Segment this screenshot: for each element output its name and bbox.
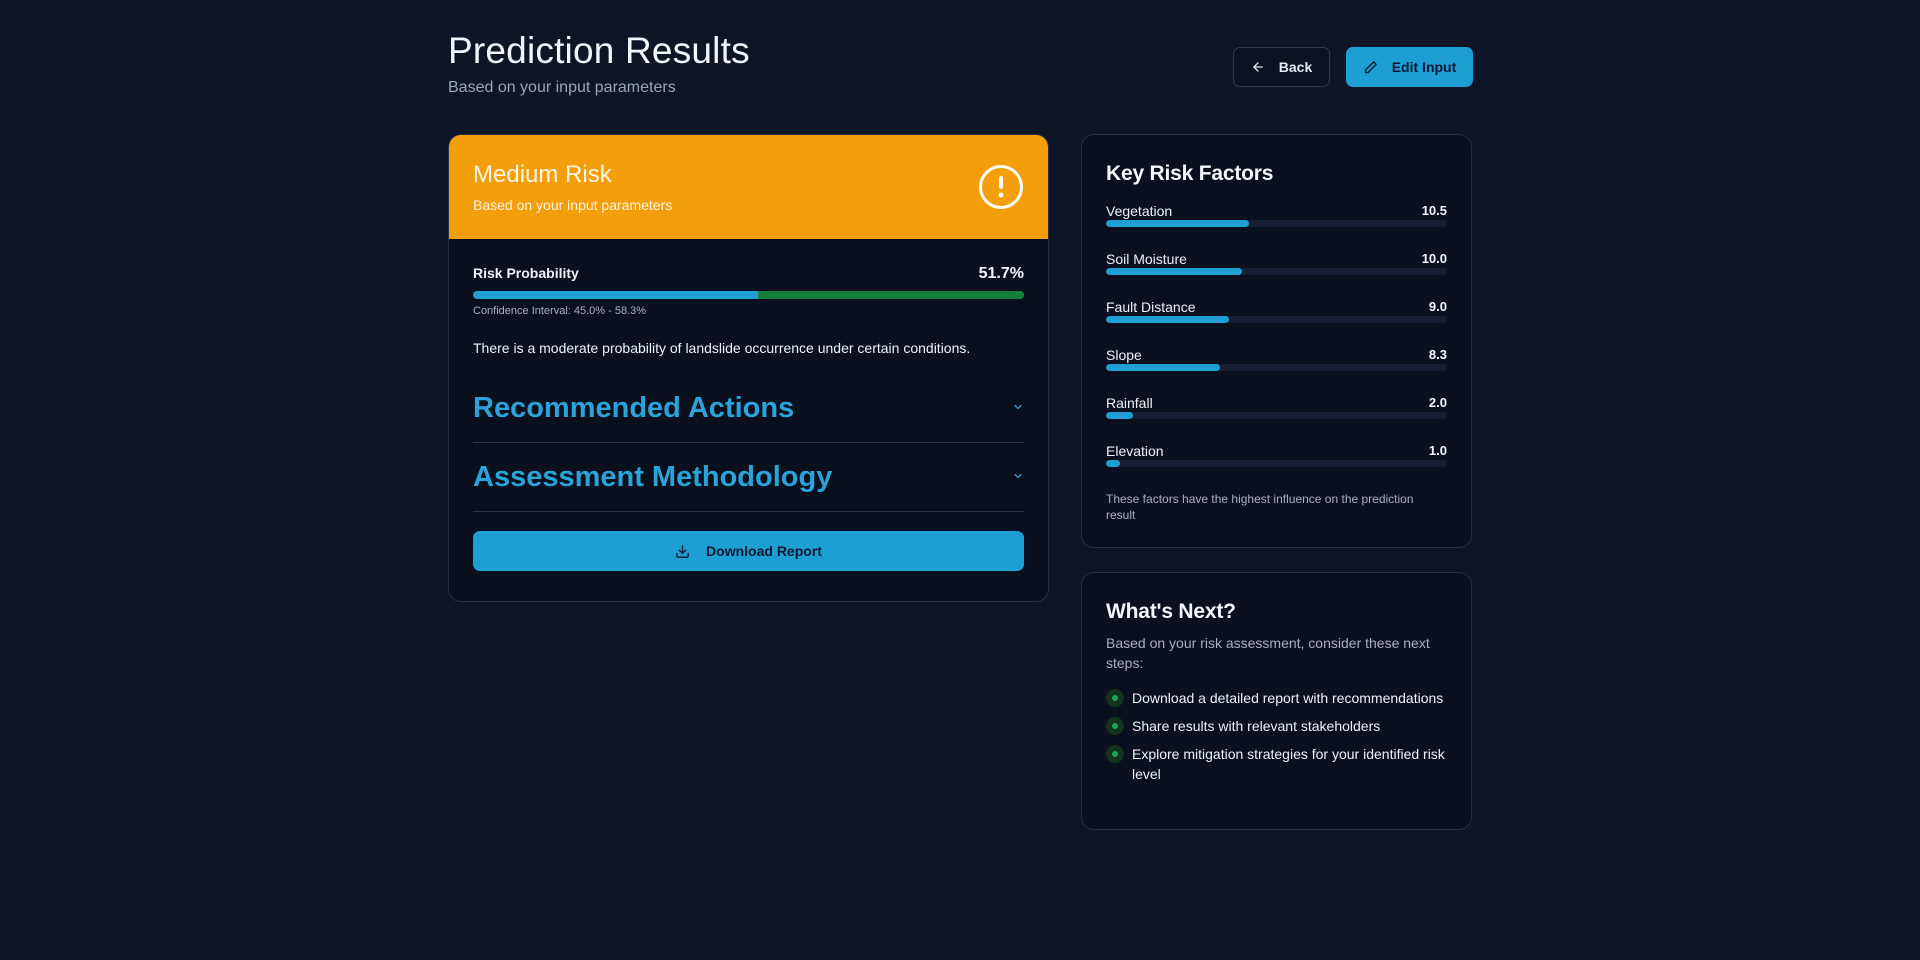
whats-next-title: What's Next? bbox=[1106, 600, 1236, 623]
probability-bar bbox=[473, 291, 1024, 299]
factor-name: Soil Moisture bbox=[1106, 251, 1187, 267]
factor-bar-fill bbox=[1106, 364, 1221, 371]
download-report-button[interactable]: Download Report bbox=[473, 531, 1024, 571]
next-steps-list: Download a detailed report with recommen… bbox=[1106, 688, 1451, 792]
recommended-actions-title: Recommended Actions bbox=[473, 392, 795, 424]
chevron-down-icon bbox=[1012, 469, 1024, 487]
arrow-left-icon bbox=[1251, 60, 1265, 74]
probability-row: Risk Probability 51.7% bbox=[473, 265, 1024, 283]
factor-value: 2.0 bbox=[1428, 395, 1447, 410]
factor-item: Soil Moisture 10.0 bbox=[1106, 251, 1447, 285]
page-subtitle: Based on your input parameters bbox=[448, 79, 676, 96]
bullet-dot-icon bbox=[1106, 717, 1124, 735]
assessment-methodology-title: Assessment Methodology bbox=[473, 461, 833, 493]
factor-bar bbox=[1106, 364, 1447, 371]
factor-bar-fill bbox=[1106, 220, 1250, 227]
risk-level-subtitle: Based on your input parameters bbox=[473, 197, 673, 213]
factor-bar-fill bbox=[1106, 268, 1243, 275]
next-step-text: Download a detailed report with recommen… bbox=[1132, 690, 1444, 706]
factor-bar bbox=[1106, 412, 1447, 419]
factor-item: Fault Distance 9.0 bbox=[1106, 299, 1447, 333]
bullet-dot-icon bbox=[1106, 745, 1124, 763]
risk-result-card: Medium Risk Based on your input paramete… bbox=[448, 134, 1049, 602]
factor-bar-fill bbox=[1106, 412, 1134, 419]
factor-bar-fill bbox=[1106, 460, 1120, 467]
factor-bar bbox=[1106, 268, 1447, 275]
edit-input-button[interactable]: Edit Input bbox=[1346, 47, 1473, 87]
whats-next-card: What's Next? Based on your risk assessme… bbox=[1081, 572, 1472, 830]
factor-value: 10.5 bbox=[1421, 203, 1447, 218]
risk-level-title: Medium Risk bbox=[473, 161, 612, 188]
edit-input-label: Edit Input bbox=[1391, 59, 1457, 75]
factor-name: Fault Distance bbox=[1106, 299, 1196, 315]
back-button[interactable]: Back bbox=[1233, 47, 1330, 87]
factor-item: Slope 8.3 bbox=[1106, 347, 1447, 381]
factor-bar-fill bbox=[1106, 316, 1229, 323]
back-button-label: Back bbox=[1278, 59, 1313, 75]
factor-name: Vegetation bbox=[1106, 203, 1173, 219]
confidence-interval: Confidence Interval: 45.0% - 58.3% bbox=[473, 305, 647, 317]
assessment-methodology-accordion[interactable]: Assessment Methodology bbox=[473, 444, 1024, 512]
factor-name: Slope bbox=[1106, 347, 1142, 363]
factor-bar bbox=[1106, 220, 1447, 227]
factor-bar bbox=[1106, 316, 1447, 323]
factor-name: Rainfall bbox=[1106, 395, 1153, 411]
risk-description: There is a moderate probability of lands… bbox=[473, 340, 971, 356]
factor-item: Rainfall 2.0 bbox=[1106, 395, 1447, 429]
probability-label: Risk Probability bbox=[473, 265, 579, 281]
recommended-actions-accordion[interactable]: Recommended Actions bbox=[473, 375, 1024, 443]
probability-value: 51.7% bbox=[978, 265, 1024, 282]
next-step-text: Share results with relevant stakeholders bbox=[1132, 718, 1381, 734]
risk-level-banner: Medium Risk Based on your input paramete… bbox=[449, 135, 1048, 239]
download-report-label: Download Report bbox=[706, 543, 822, 559]
factor-value: 8.3 bbox=[1428, 347, 1447, 362]
page-header: Prediction Results Based on your input p… bbox=[448, 0, 1473, 134]
list-item: Share results with relevant stakeholders bbox=[1106, 716, 1451, 736]
factor-name: Elevation bbox=[1106, 443, 1164, 459]
list-item: Explore mitigation strategies for your i… bbox=[1106, 744, 1451, 784]
next-step-text: Explore mitigation strategies for your i… bbox=[1132, 746, 1445, 782]
whats-next-subtitle: Based on your risk assessment, consider … bbox=[1106, 635, 1430, 671]
factor-value: 1.0 bbox=[1428, 443, 1447, 458]
results-page: Prediction Results Based on your input p… bbox=[448, 0, 1473, 830]
factor-bar bbox=[1106, 460, 1447, 467]
page-title: Prediction Results bbox=[448, 30, 750, 71]
key-risk-factors-title: Key Risk Factors bbox=[1106, 162, 1274, 185]
key-risk-factors-card: Key Risk Factors Vegetation 10.5 Soil Moi… bbox=[1081, 134, 1472, 548]
factor-item: Vegetation 10.5 bbox=[1106, 203, 1447, 237]
alert-circle-icon bbox=[979, 165, 1023, 209]
list-item: Download a detailed report with recommen… bbox=[1106, 688, 1451, 708]
factors-note: These factors have the highest influence… bbox=[1106, 492, 1414, 522]
factor-value: 10.0 bbox=[1421, 251, 1447, 266]
factor-item: Elevation 1.0 bbox=[1106, 443, 1447, 477]
bullet-dot-icon bbox=[1106, 689, 1124, 707]
download-icon bbox=[675, 544, 690, 559]
probability-bar-fill bbox=[473, 291, 758, 299]
pencil-icon bbox=[1363, 60, 1378, 75]
factor-value: 9.0 bbox=[1428, 299, 1447, 314]
chevron-down-icon bbox=[1012, 400, 1024, 418]
